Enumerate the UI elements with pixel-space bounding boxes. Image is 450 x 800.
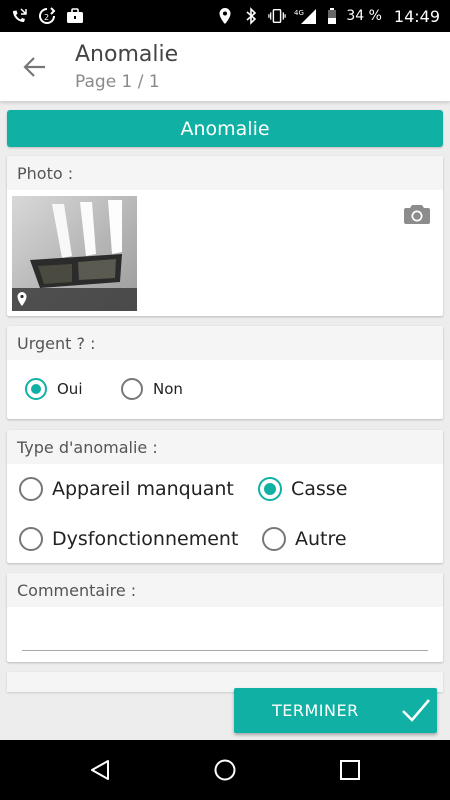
camera-icon	[404, 205, 430, 224]
type-casse-radio[interactable]: Casse	[258, 477, 347, 501]
nav-recents-button[interactable]	[337, 757, 363, 783]
signal-icon: 4G	[294, 7, 318, 25]
square-recents-icon	[340, 760, 360, 780]
location-icon	[216, 7, 234, 25]
anomaly-type-label: Type d'anomalie :	[7, 430, 443, 464]
nav-home-button[interactable]	[212, 757, 238, 783]
circle-home-icon	[214, 759, 236, 781]
vibrate-icon	[268, 7, 287, 25]
comment-input[interactable]	[22, 615, 428, 647]
sync-icon: 2	[38, 7, 56, 25]
comment-card: Commentaire :	[7, 573, 443, 662]
radio-unchecked-icon	[121, 378, 143, 400]
arrow-back-icon	[23, 57, 45, 77]
urgent-card: Urgent ? : Oui Non	[7, 326, 443, 419]
status-bar: 2 4G 34 % 14:49	[0, 0, 450, 32]
photo-thumbnail[interactable]	[12, 196, 137, 311]
triangle-back-icon	[91, 760, 109, 780]
nav-back-button[interactable]	[87, 757, 113, 783]
clock: 14:49	[393, 6, 440, 26]
page-counter: Page 1 / 1	[75, 72, 160, 92]
missed-call-icon	[10, 7, 28, 25]
battery-icon	[326, 7, 338, 25]
radio-checked-icon	[258, 477, 282, 501]
app-bar: Anomalie Page 1 / 1	[0, 32, 450, 102]
anomaly-type-card: Type d'anomalie : Appareil manquant Cass…	[7, 430, 443, 563]
section-header: Anomalie	[7, 110, 443, 147]
briefcase-icon	[66, 7, 84, 25]
urgent-oui-radio[interactable]: Oui	[25, 378, 82, 400]
photo-label: Photo :	[7, 156, 443, 190]
page-title: Anomalie	[75, 42, 179, 67]
terminer-button[interactable]: TERMINER	[234, 688, 437, 733]
radio-unchecked-icon	[262, 527, 286, 551]
battery-percent: 34 %	[346, 8, 382, 24]
urgent-non-radio[interactable]: Non	[121, 378, 183, 400]
navigation-bar	[0, 740, 450, 800]
type-autre-radio[interactable]: Autre	[262, 527, 347, 551]
photo-card: Photo :	[7, 156, 443, 316]
type-dysfonctionnement-radio[interactable]: Dysfonctionnement	[19, 527, 238, 551]
svg-text:4G: 4G	[294, 9, 304, 17]
check-icon	[402, 699, 430, 722]
comment-underline	[22, 650, 428, 651]
comment-label: Commentaire :	[7, 573, 443, 607]
location-pin-icon	[17, 292, 27, 306]
type-appareil-manquant-radio[interactable]: Appareil manquant	[19, 477, 234, 501]
radio-unchecked-icon	[19, 477, 43, 501]
urgent-label: Urgent ? :	[7, 326, 443, 360]
svg-text:2: 2	[44, 13, 49, 22]
bluetooth-icon	[242, 7, 260, 25]
radio-checked-icon	[25, 378, 47, 400]
back-button[interactable]	[18, 52, 52, 82]
radio-unchecked-icon	[19, 527, 43, 551]
camera-button[interactable]	[403, 202, 433, 226]
